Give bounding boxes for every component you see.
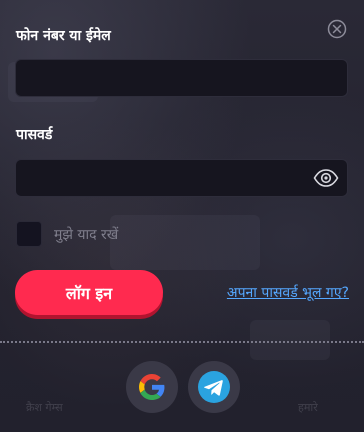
password-field-label: पासवर्ड xyxy=(16,127,53,143)
remember-checkbox[interactable] xyxy=(16,221,42,247)
remember-me: मुझे याद रखें xyxy=(16,221,118,247)
login-input[interactable] xyxy=(16,60,347,96)
telegram-icon xyxy=(198,371,230,403)
forgot-password-link[interactable]: अपना पासवर्ड भूल गए? xyxy=(227,283,349,302)
google-icon xyxy=(139,374,165,400)
login-field-label: फोन नंबर या ईमेल xyxy=(16,28,111,44)
login-field[interactable] xyxy=(15,59,348,97)
login-panel: फोन नंबर या ईमेल पासवर्ड मुझे याद रखें ल… xyxy=(0,0,364,432)
close-icon[interactable] xyxy=(327,19,347,39)
login-button[interactable]: लॉग इन xyxy=(15,270,163,315)
password-input[interactable] xyxy=(16,160,347,196)
remember-label: मुझे याद रखें xyxy=(54,226,119,243)
password-field[interactable] xyxy=(15,159,348,197)
eye-icon[interactable] xyxy=(313,168,339,188)
telegram-login-button[interactable] xyxy=(188,361,240,413)
google-login-button[interactable] xyxy=(126,361,178,413)
divider xyxy=(0,341,364,343)
